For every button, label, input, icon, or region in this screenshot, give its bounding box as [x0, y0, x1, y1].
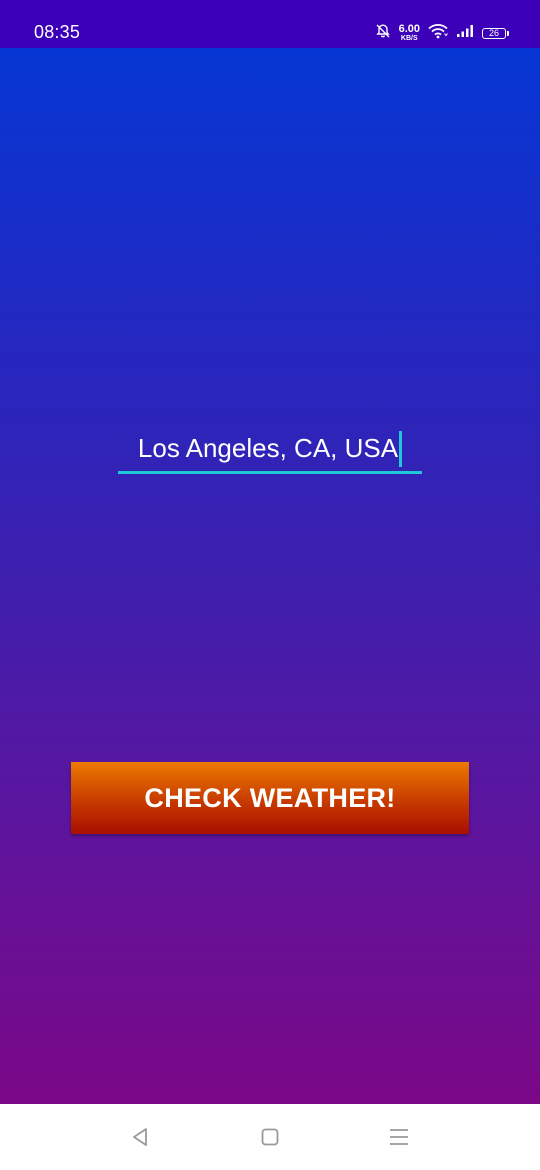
- city-input-field[interactable]: Los Angeles, CA, USA: [118, 426, 422, 474]
- city-input[interactable]: Los Angeles, CA, USA: [118, 426, 422, 471]
- mute-bell-icon: [375, 23, 391, 44]
- text-cursor: [399, 430, 403, 467]
- status-icons: 6.00 KB/S 26: [375, 22, 509, 44]
- app-content: Los Angeles, CA, USA CHECK WEATHER!: [0, 48, 540, 1104]
- cellular-signal-icon: [456, 24, 474, 43]
- home-icon[interactable]: [257, 1124, 283, 1150]
- network-speed: 6.00 KB/S: [398, 23, 420, 43]
- recents-icon[interactable]: [386, 1124, 412, 1150]
- status-bar: 08:35 6.00 KB/S 26: [0, 0, 540, 48]
- battery-icon: 26: [482, 27, 509, 39]
- city-input-value: Los Angeles, CA, USA: [137, 433, 399, 463]
- wifi-icon: [428, 23, 448, 44]
- network-speed-value: 6.00: [398, 23, 420, 35]
- system-navigation-bar: [0, 1104, 540, 1170]
- network-speed-unit: KB/S: [400, 35, 418, 42]
- phone-screen: 08:35 6.00 KB/S 26 Los Angeles, CA, USA …: [0, 0, 540, 1170]
- back-icon[interactable]: [127, 1124, 153, 1150]
- status-time: 08:35: [34, 22, 81, 42]
- check-weather-button[interactable]: CHECK WEATHER!: [71, 762, 469, 834]
